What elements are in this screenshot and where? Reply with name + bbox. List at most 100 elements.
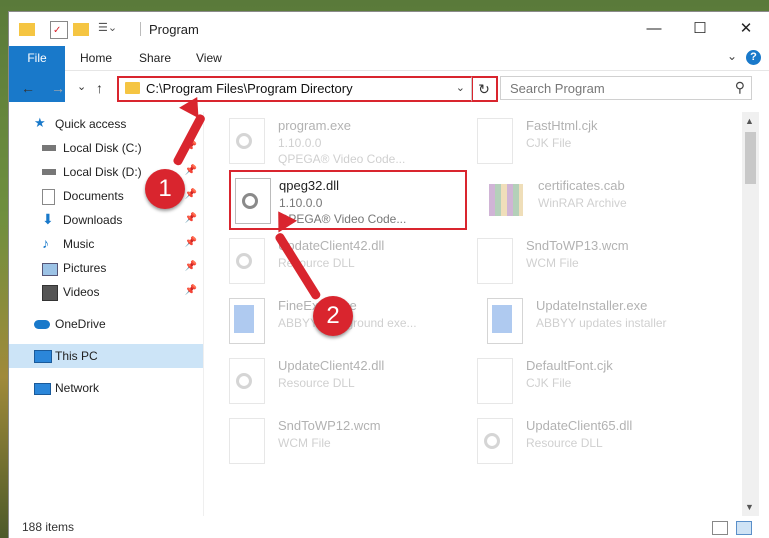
address-path[interactable]: C:\Program Files\Program Directory	[146, 81, 353, 96]
scroll-thumb[interactable]	[745, 132, 756, 184]
sidebar-item-videos[interactable]: Videos 📌	[9, 280, 203, 304]
exe-icon	[229, 118, 265, 164]
file-name: UpdateClient42.dll	[278, 358, 385, 373]
file-name: SndToWP13.wcm	[526, 238, 629, 253]
downloads-icon: ⬇	[42, 211, 54, 227]
file-name: SndToWP12.wcm	[278, 418, 381, 433]
vertical-scrollbar[interactable]: ▲ ▼	[742, 112, 759, 516]
documents-icon	[42, 189, 55, 205]
computer-icon	[34, 350, 52, 363]
file-item[interactable]: DefaultFont.cjk CJK File	[457, 352, 697, 408]
file-item[interactable]: UpdateInstaller.exe ABBYY updates instal…	[467, 292, 707, 348]
file-item[interactable]: UpdateClient42.dll Resource DLL	[209, 232, 449, 288]
archive-icon	[489, 178, 523, 222]
help-icon[interactable]: ?	[746, 50, 761, 65]
pane-divider	[203, 112, 204, 516]
drive-icon	[42, 169, 56, 175]
file-item[interactable]: SndToWP12.wcm WCM File	[209, 412, 449, 468]
cloud-icon	[34, 320, 50, 329]
minimize-button[interactable]: —	[631, 12, 677, 46]
scroll-up-icon[interactable]: ▲	[745, 116, 754, 126]
dll-gear-icon	[229, 358, 265, 404]
ribbon-tabs: File Home Share View ⌄ ?	[9, 46, 769, 102]
sidebar-item-quick-access[interactable]: ★ Quick access	[9, 112, 203, 136]
new-folder-icon[interactable]	[73, 23, 89, 36]
sidebar-item-label: Downloads	[63, 213, 123, 227]
address-bar[interactable]: C:\Program Files\Program Directory ⌄	[117, 76, 473, 102]
music-icon: ♪	[42, 235, 49, 251]
file-item[interactable]: SndToWP13.wcm WCM File	[457, 232, 697, 288]
file-name: certificates.cab	[538, 178, 625, 193]
app-window-icon	[229, 298, 265, 344]
navigation-bar: ← → ⌄ ↑ C:\Program Files\Program Directo…	[9, 71, 769, 105]
up-button[interactable]: ↑	[96, 80, 103, 96]
gear-icon	[236, 373, 252, 389]
file-detail: CJK File	[526, 136, 572, 150]
sidebar-item-label: Local Disk (D:)	[63, 165, 142, 179]
file-item[interactable]: UpdateClient65.dll Resource DLL	[457, 412, 697, 468]
pin-icon: 📌	[184, 213, 197, 224]
details-view-icon[interactable]	[712, 521, 728, 535]
file-icon	[229, 418, 265, 464]
file-name: UpdateClient65.dll	[526, 418, 633, 433]
sidebar-item-network[interactable]: Network	[9, 376, 203, 400]
sidebar-item-downloads[interactable]: ⬇ Downloads 📌	[9, 208, 203, 232]
window-title: Program	[149, 22, 199, 37]
file-icon	[477, 118, 513, 164]
large-icons-view-icon[interactable]	[736, 521, 752, 535]
back-button[interactable]: ←	[21, 80, 35, 96]
file-detail: WCM File	[278, 436, 331, 450]
pictures-icon	[42, 263, 58, 276]
sidebar-item-music[interactable]: ♪ Music 📌	[9, 232, 203, 256]
tab-view[interactable]: View	[196, 46, 222, 70]
forward-button[interactable]: →	[51, 80, 65, 96]
callout-badge-2: 2	[313, 296, 353, 336]
search-input[interactable]: Search Program	[510, 81, 605, 96]
sidebar-item-this-pc[interactable]: This PC	[9, 344, 203, 368]
scroll-down-icon[interactable]: ▼	[745, 502, 754, 512]
refresh-button[interactable]: ↻	[471, 76, 498, 102]
file-name: DefaultFont.cjk	[526, 358, 613, 373]
file-item[interactable]: FastHtml.cjk CJK File	[457, 112, 697, 168]
search-box[interactable]: Search Program ⚲	[500, 76, 752, 100]
pin-icon: 📌	[184, 237, 197, 248]
file-detail: WCM File	[526, 256, 579, 270]
maximize-button[interactable]: ☐	[677, 12, 723, 46]
tab-home[interactable]: Home	[80, 46, 112, 70]
sidebar-item-pictures[interactable]: Pictures 📌	[9, 256, 203, 280]
pin-icon: 📌	[184, 189, 197, 200]
customize-toolbar-icon[interactable]: ☰⌄	[98, 21, 122, 37]
file-detail: WinRAR Archive	[538, 196, 627, 210]
callout-badge-1: 1	[145, 169, 185, 209]
file-name: FastHtml.cjk	[526, 118, 598, 133]
sidebar-item-label: Videos	[63, 285, 100, 299]
file-item[interactable]: certificates.cab WinRAR Archive	[469, 172, 709, 228]
sidebar-item-onedrive[interactable]: OneDrive	[9, 312, 203, 336]
file-detail: Resource DLL	[278, 376, 355, 390]
item-count: 188 items	[22, 520, 75, 534]
file-icon	[477, 238, 513, 284]
title-bar: ✓ ☰⌄ Program — ☐ ✕	[9, 12, 769, 46]
expand-ribbon-icon[interactable]: ⌄	[727, 49, 737, 63]
file-detail: QPEGA® Video Code...	[278, 152, 406, 166]
dll-gear-icon	[477, 418, 513, 464]
file-item-qpeg32-dll[interactable]: qpeg32.dll 1.10.0.0 QPEGA® Video Code...	[229, 170, 467, 230]
file-detail: CJK File	[526, 376, 572, 390]
properties-icon[interactable]: ✓	[50, 21, 68, 39]
file-item[interactable]: program.exe 1.10.0.0 QPEGA® Video Code..…	[209, 112, 449, 168]
file-name: qpeg32.dll	[279, 178, 339, 193]
folder-icon	[19, 23, 35, 36]
close-button[interactable]: ✕	[723, 12, 769, 46]
archive-stack-icon	[489, 184, 523, 216]
address-dropdown-icon[interactable]: ⌄	[456, 81, 465, 94]
file-name: program.exe	[278, 118, 351, 133]
file-detail: Resource DLL	[526, 436, 603, 450]
recent-locations-button[interactable]: ⌄	[77, 80, 86, 93]
file-item[interactable]: UpdateClient42.dll Resource DLL	[209, 352, 449, 408]
star-icon: ★	[34, 115, 46, 130]
drive-icon	[42, 145, 56, 151]
search-icon[interactable]: ⚲	[735, 79, 745, 96]
sidebar-item-label: Music	[63, 237, 95, 251]
tab-share[interactable]: Share	[139, 46, 171, 70]
dll-gear-icon	[229, 238, 265, 284]
